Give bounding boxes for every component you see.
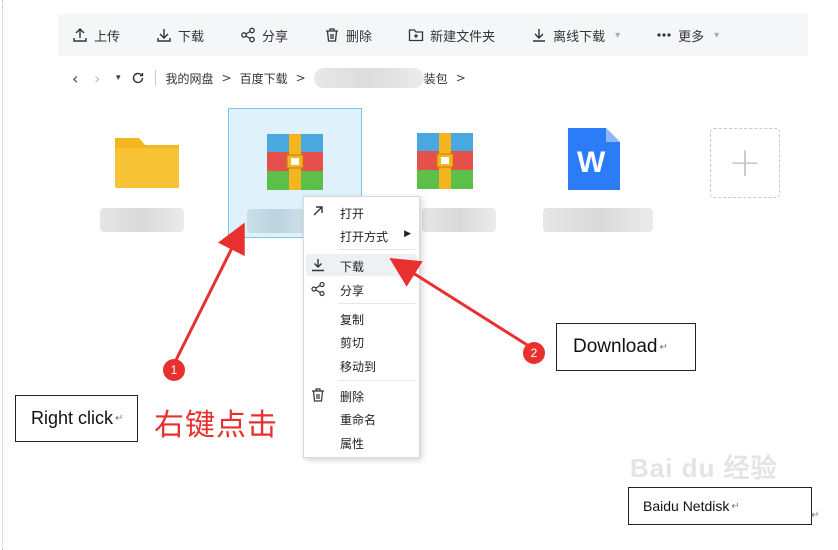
callout-netdisk: Baidu Netdisk ↵: [628, 487, 812, 525]
return-mark: ↵: [731, 500, 740, 512]
callout-right-click: Right click ↵: [15, 395, 138, 442]
arrow-to-download-item: [389, 257, 533, 350]
callout-netdisk-text: Baidu Netdisk: [643, 498, 730, 514]
callout-download: Download ↵: [556, 323, 696, 371]
callout-right-click-text: Right click: [31, 408, 114, 428]
screenshot-page: 上传 下载 分享 删除 新建文件夹 离线下载 ▾ 更多 ▾ ‹ › ▾ 我的网盘…: [0, 0, 838, 550]
callout-download-text: Download: [573, 336, 658, 357]
arrow-to-selected-file: [174, 222, 245, 361]
right-click-chinese-label: 右键点击: [154, 408, 278, 443]
step-badge-1: 1: [163, 359, 185, 381]
return-mark: ↵: [115, 413, 124, 424]
return-mark: ↵: [659, 341, 668, 353]
step-badge-2: 2: [523, 342, 545, 364]
baidu-watermark: Bai du 经验: [630, 453, 778, 483]
return-mark: ↵: [811, 510, 820, 521]
